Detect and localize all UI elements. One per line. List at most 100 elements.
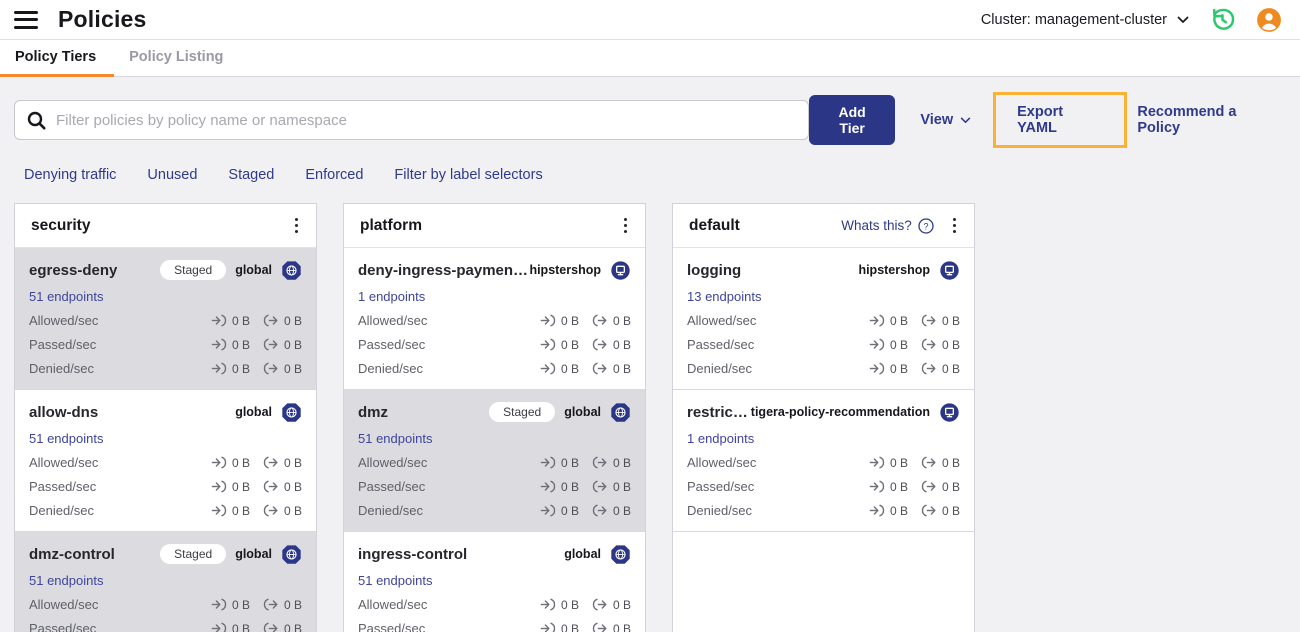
tier-help-link[interactable]: Whats this? ? xyxy=(841,217,934,234)
metric-row: Allowed/sec 0 B 0 B xyxy=(358,313,631,328)
policy-card-dmz[interactable]: dmz Staged global 51 endpoints Allowed/s… xyxy=(344,390,645,532)
metric-row: Allowed/sec 0 B 0 B xyxy=(29,455,302,470)
metric-label: Allowed/sec xyxy=(358,597,428,612)
policy-card-restricted[interactable]: restricted tigera-policy-recommendation … xyxy=(673,390,974,532)
export-yaml-highlight-box[interactable]: Export YAML xyxy=(993,92,1128,148)
tab-policy-tiers[interactable]: Policy Tiers xyxy=(0,40,115,77)
svg-text:?: ? xyxy=(923,221,928,231)
metric-label: Denied/sec xyxy=(687,503,753,518)
egress-bytes-value: 0 B xyxy=(612,313,631,328)
tier-name: platform xyxy=(360,216,422,234)
policy-scope-label: global xyxy=(564,547,601,561)
egress-bytes-icon xyxy=(921,480,936,493)
metric-label: Allowed/sec xyxy=(29,313,99,328)
ingress-bytes-icon xyxy=(869,314,885,327)
user-avatar-icon xyxy=(1257,7,1281,32)
policy-name: deny-ingress-paymentservi… xyxy=(358,261,529,279)
tier-menu-kebab-icon[interactable] xyxy=(618,215,633,236)
tier-cards: logging hipstershop 13 endpoints Allowed… xyxy=(673,248,974,632)
ingress-bytes-value: 0 B xyxy=(889,503,908,518)
policy-metrics: Allowed/sec 0 B 0 B Passed/sec xyxy=(358,597,631,632)
policy-scope-label: hipstershop xyxy=(858,263,930,277)
policy-metrics: Allowed/sec 0 B 0 B Passed/sec xyxy=(29,597,302,632)
metric-label: Denied/sec xyxy=(29,361,95,376)
export-yaml-button[interactable]: Export YAML xyxy=(1017,104,1103,136)
ingress-bytes-value: 0 B xyxy=(560,455,579,470)
tier-cards: deny-ingress-paymentservi… hipstershop 1… xyxy=(344,248,645,632)
ingress-bytes-icon xyxy=(211,314,227,327)
filter-staged[interactable]: Staged xyxy=(228,167,274,183)
endpoints-link[interactable]: 13 endpoints xyxy=(687,289,761,304)
ingress-bytes-value: 0 B xyxy=(560,597,579,612)
endpoints-link[interactable]: 51 endpoints xyxy=(358,573,432,588)
egress-bytes-value: 0 B xyxy=(612,479,631,494)
metric-label: Allowed/sec xyxy=(687,313,757,328)
policy-card-allow-dns[interactable]: allow-dns global 51 endpoints Allowed/se… xyxy=(15,390,316,532)
endpoints-link[interactable]: 51 endpoints xyxy=(29,431,103,446)
policy-search-box[interactable] xyxy=(14,100,809,140)
ingress-bytes-icon xyxy=(540,622,556,632)
endpoints-link[interactable]: 51 endpoints xyxy=(358,431,432,446)
view-dropdown-button[interactable]: View xyxy=(920,112,971,128)
filter-denying-traffic[interactable]: Denying traffic xyxy=(24,167,116,183)
hamburger-menu-icon[interactable] xyxy=(14,10,38,29)
tier-menu-kebab-icon[interactable] xyxy=(947,215,962,236)
filter-enforced[interactable]: Enforced xyxy=(305,167,363,183)
egress-bytes-icon xyxy=(592,362,607,375)
metric-row: Passed/sec 0 B 0 B xyxy=(358,337,631,352)
chevron-down-icon xyxy=(1177,16,1189,23)
metric-label: Passed/sec xyxy=(358,479,426,494)
ingress-bytes-icon xyxy=(211,362,227,375)
egress-bytes-icon xyxy=(263,504,278,517)
tab-policy-listing[interactable]: Policy Listing xyxy=(114,40,241,77)
tier-menu-kebab-icon[interactable] xyxy=(289,215,304,236)
metric-row: Allowed/sec 0 B 0 B xyxy=(358,597,631,612)
ingress-bytes-icon xyxy=(211,504,227,517)
ingress-bytes-icon xyxy=(211,622,227,632)
filter-by-label-selectors[interactable]: Filter by label selectors xyxy=(394,167,542,183)
egress-bytes-value: 0 B xyxy=(283,337,302,352)
endpoints-link[interactable]: 51 endpoints xyxy=(29,289,103,304)
policies-toolbar: Add Tier View Export YAML Recommend a Po… xyxy=(14,92,1278,148)
policy-card-deny-ingress-paymentservi[interactable]: deny-ingress-paymentservi… hipstershop 1… xyxy=(344,248,645,390)
ingress-bytes-value: 0 B xyxy=(560,503,579,518)
egress-bytes-icon xyxy=(592,314,607,327)
policy-scope-label: global xyxy=(235,405,272,419)
metric-label: Allowed/sec xyxy=(358,455,428,470)
egress-bytes-value: 0 B xyxy=(612,503,631,518)
metric-label: Allowed/sec xyxy=(687,455,757,470)
policy-card-ingress-control[interactable]: ingress-control global 51 endpoints Allo… xyxy=(344,532,645,632)
policy-card-dmz-control[interactable]: dmz-control Staged global 51 endpoints A… xyxy=(15,532,316,632)
ingress-bytes-value: 0 B xyxy=(889,361,908,376)
endpoints-link[interactable]: 1 endpoints xyxy=(358,289,425,304)
metric-label: Passed/sec xyxy=(29,621,97,632)
egress-bytes-icon xyxy=(921,338,936,351)
metric-label: Allowed/sec xyxy=(358,313,428,328)
history-button[interactable] xyxy=(1209,6,1236,33)
recommend-policy-button[interactable]: Recommend a Policy xyxy=(1137,104,1278,136)
ingress-bytes-value: 0 B xyxy=(231,597,250,612)
metric-label: Denied/sec xyxy=(358,503,424,518)
policy-name: restricted xyxy=(687,403,751,421)
metric-row: Allowed/sec 0 B 0 B xyxy=(29,597,302,612)
egress-bytes-icon xyxy=(263,480,278,493)
endpoints-link[interactable]: 51 endpoints xyxy=(29,573,103,588)
tier-help-label: Whats this? xyxy=(841,218,912,233)
ingress-bytes-value: 0 B xyxy=(560,361,579,376)
cluster-selector[interactable]: Cluster: management-cluster xyxy=(981,12,1189,28)
add-tier-button[interactable]: Add Tier xyxy=(808,95,896,145)
ingress-bytes-icon xyxy=(869,480,885,493)
tier-name: security xyxy=(31,216,91,234)
ingress-bytes-value: 0 B xyxy=(889,337,908,352)
metric-row: Passed/sec 0 B 0 B xyxy=(29,479,302,494)
policy-card-egress-deny[interactable]: egress-deny Staged global 51 endpoints A… xyxy=(15,248,316,390)
policy-search-input[interactable] xyxy=(56,111,796,129)
policy-card-logging[interactable]: logging hipstershop 13 endpoints Allowed… xyxy=(673,248,974,390)
egress-bytes-icon xyxy=(592,456,607,469)
ingress-bytes-icon xyxy=(540,338,556,351)
endpoints-link[interactable]: 1 endpoints xyxy=(687,431,754,446)
user-menu-button[interactable] xyxy=(1256,7,1282,33)
ingress-bytes-value: 0 B xyxy=(231,621,250,632)
filter-unused[interactable]: Unused xyxy=(147,167,197,183)
global-badge-icon xyxy=(282,260,301,280)
